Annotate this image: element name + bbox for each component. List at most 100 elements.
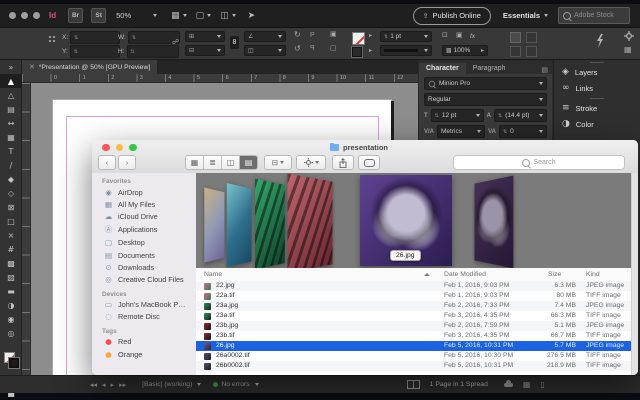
close-button[interactable] [9,12,16,19]
note-tool-icon[interactable]: ▬ [0,284,22,298]
icon-view-button[interactable]: ▦ [186,156,204,169]
selection-tool-icon[interactable]: ▲ [0,74,22,88]
file-row[interactable]: 22a.tifFeb 1, 2016, 9:03 PM80 MBTIFF ima… [196,291,638,301]
gap-tool-icon[interactable]: ↔ [0,116,22,130]
screen-mode-icon[interactable]: ▦ [171,11,180,21]
content-collector-tool-icon[interactable]: ▦ [0,130,22,144]
align-left-button[interactable] [510,32,521,43]
tab-paragraph[interactable]: Paragraph [466,63,513,74]
sidebar-item-remote-disc[interactable]: ◌Remote Disc [92,311,196,323]
type-tool-icon[interactable]: T [0,144,22,158]
column-date-modified[interactable]: Date Modified [444,271,486,278]
color-theme-tool-icon[interactable]: ◑ [0,298,22,312]
last-page-icon[interactable]: ▸▸ [119,381,126,389]
sidebar-item-red[interactable]: ●Red [92,336,196,348]
page-tool-icon[interactable]: ▤ [0,102,22,116]
scale-y-field[interactable]: ⊟ [185,45,225,56]
delete-page-icon[interactable]: ▯ [540,380,544,389]
prev-page-icon[interactable]: ◂ [102,381,106,389]
column-view-button[interactable]: ◫ [222,156,240,169]
dock-grip[interactable] [590,98,604,99]
frame-fitting-icon[interactable]: ▣ [456,31,463,39]
select-container-icon[interactable]: ▣ [330,30,337,38]
direct-selection-tool-icon[interactable]: △ [0,88,22,102]
gradient-feather-tool-icon[interactable]: ▨ [0,270,22,284]
gear-icon[interactable] [624,31,634,41]
file-row[interactable]: 26.jpgFeb 5, 2016, 10:31 PM5.7 MBJPEG im… [196,341,638,351]
scale-x-field[interactable]: ⊞ [185,31,225,42]
quick-apply-lightning-icon[interactable] [596,34,604,48]
file-row[interactable]: 23b.jpgFeb 2, 2016, 7:59 PM5.1 MBJPEG im… [196,321,638,331]
zoom-chevron-icon[interactable] [153,14,157,17]
sidebar-item-documents[interactable]: ▤Documents [92,249,196,261]
publish-online-button[interactable]: ⇪ Publish Online [413,7,491,25]
file-row[interactable]: 23b.tifFeb 3, 2016, 4:35 PM66.7 MBTIFF i… [196,331,638,341]
stroke-type-field[interactable] [380,45,432,56]
thumb-abstract-2[interactable] [227,183,252,267]
back-button[interactable]: ‹ [98,155,116,170]
rotate-90-cw-icon[interactable]: ↻ [294,30,301,39]
column-size[interactable]: Size [548,271,561,278]
tab-character[interactable]: Character [419,63,466,74]
fill-swatch-flyout-icon[interactable]: ▸ [369,47,372,54]
preflight-status-chevron-icon[interactable] [255,383,259,386]
document-tab[interactable]: ✕ *Presentation @ 50% [GPU Preview] [22,60,157,74]
sidebar-item-icloud-drive[interactable]: ☁iCloud Drive [92,210,196,222]
panel-grid-icon[interactable]: ▦ [624,45,632,54]
expand-panel-icon[interactable]: » [0,60,22,74]
shear-angle-field[interactable]: ◫ [244,45,286,56]
font-style-field[interactable]: Regular [424,93,547,106]
hand-tool-icon[interactable]: ◉ [0,312,22,326]
thumb-green-waves[interactable] [255,179,285,268]
finder-search-field[interactable]: Search [453,155,625,170]
panel-button-layers[interactable]: ◈Layers [554,64,640,80]
reference-point-proxy-icon[interactable] [48,35,57,44]
zoom-level-control[interactable]: 50% [116,11,131,20]
free-transform-tool-icon[interactable]: # [0,242,22,256]
align-center-button[interactable] [526,32,537,43]
y-position-field[interactable]: ⇅ [70,45,120,58]
adobe-stock-search[interactable]: Adobe Stock [558,7,630,24]
pen-tool-icon[interactable]: ◆ [0,172,22,186]
distribute-button[interactable] [510,46,521,57]
rotate-90-ccw-icon[interactable]: ↺ [294,44,301,53]
sidebar-item-desktop[interactable]: ▢Desktop [92,237,196,249]
dock-grip[interactable] [590,62,604,63]
scissors-tool-icon[interactable]: × [0,228,22,242]
layout-chevron-icon[interactable] [232,14,236,17]
next-page-icon[interactable]: ▸ [111,381,115,389]
flip-vertical-icon[interactable]: P [310,45,315,52]
zoom-tool-icon[interactable]: ◎ [0,326,22,340]
share-arrow-icon[interactable]: ➤ [248,11,256,21]
preflight-status[interactable]: No errors [221,381,249,388]
screen-mode-chevron-icon[interactable] [183,14,187,17]
link-scale-icon[interactable]: 8 [230,36,239,49]
cloud-sync-icon[interactable] [504,383,513,387]
distribute-v-button[interactable] [526,46,537,57]
zoom-window-button[interactable] [33,12,40,19]
pencil-tool-icon[interactable]: ◇ [0,186,22,200]
opacity-field[interactable]: ▩100% ▸ [442,45,488,56]
file-row[interactable]: 22.jpgFeb 1, 2016, 9:03 PM6.3 MBJPEG ima… [196,281,638,291]
workspace-chevron-icon[interactable] [544,14,548,17]
x-position-field[interactable]: ⇅ [70,31,120,44]
fitting-icon[interactable]: ⊡ [442,31,448,39]
stock-button[interactable]: St [91,8,106,23]
stroke-color-swatch[interactable] [352,32,365,45]
sidebar-item-orange[interactable]: ●Orange [92,348,196,360]
window-controls[interactable] [9,12,45,19]
stroke-swatch-flyout-icon[interactable]: ▸ [369,32,372,39]
scrollbar[interactable] [631,173,638,375]
constrain-dimensions-icon[interactable]: ☍ [172,38,179,46]
file-row[interactable]: 26a0002.tifFeb 5, 2016, 10:30 PM276.5 MB… [196,351,638,361]
document-layout-icon[interactable]: ◫ [220,11,229,21]
font-size-field[interactable]: ⇅12 pt [431,109,484,122]
bridge-button[interactable]: Br [68,8,83,23]
sidebar-item-downloads[interactable]: ⊙Downloads [92,261,196,273]
sidebar-item-airdrop[interactable]: ◉AirDrop [92,186,196,198]
workspace-switcher[interactable]: Essentials [503,11,540,20]
coverflow-area[interactable]: 26.jpg [196,173,638,268]
select-content-icon[interactable]: ▢ [330,44,337,52]
leading-field[interactable]: ⇅(14.4 pt) [494,109,547,122]
rotation-angle-field[interactable]: ∠ [244,31,286,42]
